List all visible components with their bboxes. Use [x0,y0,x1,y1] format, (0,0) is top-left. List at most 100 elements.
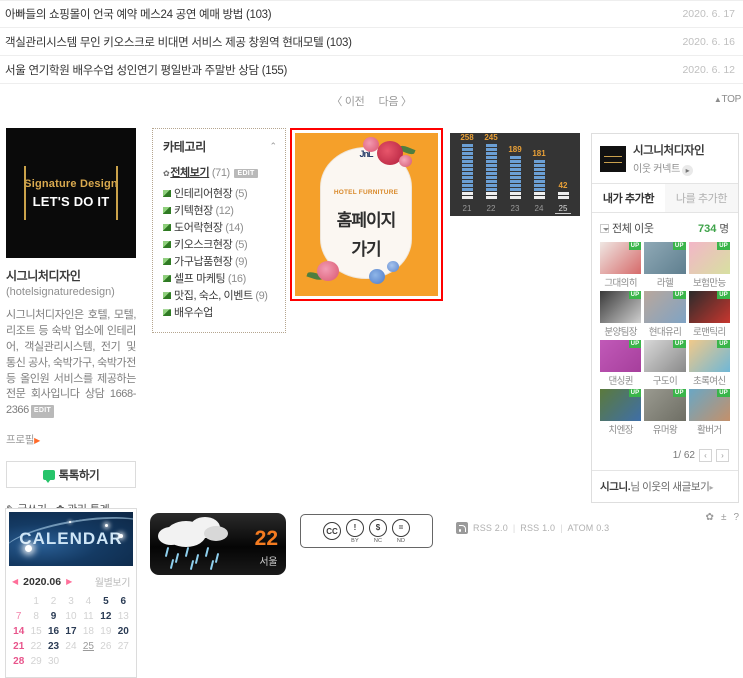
weather-widget[interactable]: 22 서울 [150,513,286,575]
list-item[interactable]: UP 댄싱퀸 [600,340,642,387]
sidebar-item-category[interactable]: 키텍현장 (12) [163,203,277,220]
list-item[interactable]: UP 분양팀장 [600,291,642,338]
neighbor-thumbnail[interactable]: UP [644,389,686,421]
neighbor-all-label-wrap[interactable]: 전체 이웃 [600,220,654,236]
creative-commons-widget[interactable]: CC ! BY $ NC = ND [300,514,433,548]
neighbor-owner-name[interactable]: 시그니처디자인 [633,142,705,158]
visitor-bar-chart[interactable]: 258 245 189 181 42 21 22 23 24 25 [450,133,580,216]
neighbor-thumbnail[interactable]: UP [644,242,686,274]
neighbor-prev-button[interactable]: ‹ [699,449,712,462]
table-row[interactable]: 객실관리시스템 무인 키오스크로 비대면 서비스 제공 창원역 현대모텔 (10… [0,28,743,56]
list-item[interactable]: UP 라헬 [644,242,686,289]
updown-icon[interactable]: ± [721,512,727,523]
neighbor-next-button[interactable]: › [716,449,729,462]
gear-icon[interactable]: ✿ [706,512,714,523]
list-item[interactable]: UP 보험만능 [688,242,730,289]
calendar-day[interactable]: 20 [115,624,132,639]
profile-link[interactable]: 프로필▶ [6,432,136,447]
calendar-day[interactable]: 27 [115,639,132,654]
calendar-day[interactable]: 24 [62,639,79,654]
neighbor-thumbnail[interactable]: UP [688,291,730,323]
next-page-button[interactable]: 다음 〉 [379,93,412,109]
promo-banner-widget[interactable]: JnL HOTEL FURNITURE 홈페이지 가기 [290,128,443,301]
calendar-day[interactable]: 22 [27,639,44,654]
neighbor-thumbnail[interactable]: UP [600,242,642,274]
calendar-day[interactable]: 30 [45,654,62,669]
calendar-day[interactable]: 17 [62,624,79,639]
sidebar-item-category[interactable]: 가구납품현장 (9) [163,254,277,271]
sidebar-item-category[interactable]: 도어락현장 (14) [163,220,277,237]
list-item[interactable]: UP 구도이 [644,340,686,387]
calendar-day[interactable]: 8 [27,609,44,624]
chevron-up-icon[interactable]: ⌃ [269,141,277,152]
calendar-day[interactable]: 21 [10,639,27,654]
calendar-prev-button[interactable]: ◀ [12,577,18,586]
calendar-day[interactable]: 12 [97,609,114,624]
neighbor-thumbnail[interactable]: UP [688,340,730,372]
calendar-day[interactable]: 29 [27,654,44,669]
list-item[interactable]: UP 그대의히 [600,242,642,289]
calendar-day[interactable]: 23 [45,639,62,654]
calendar-day[interactable]: 25 [80,639,97,654]
post-title[interactable]: 객실관리시스템 무인 키오스크로 비대면 서비스 제공 창원역 현대모텔 (10… [5,34,352,50]
chart-bar[interactable]: 42 [555,181,571,199]
list-item[interactable]: UP 유머왕 [644,389,686,436]
category-edit-badge[interactable]: EDIT [234,169,258,178]
prev-page-button[interactable]: 〈 이전 [331,93,364,109]
calendar-day[interactable]: 1 [27,594,44,609]
calendar-monthly-view-link[interactable]: 월별보기 [95,574,131,589]
calendar-day[interactable]: 4 [80,594,97,609]
table-row[interactable]: 서울 연기학원 배우수업 성인연기 평일반과 주말반 상담 (155) 2020… [0,56,743,84]
neighbor-thumbnail[interactable]: UP [644,340,686,372]
list-item[interactable]: UP 치엔장 [600,389,642,436]
banner-image[interactable]: JnL HOTEL FURNITURE 홈페이지 가기 [295,133,438,296]
chart-bar[interactable]: 258 [459,133,475,199]
post-title[interactable]: 아빠들의 쇼핑몰이 언국 예약 메스24 공연 예매 방법 (103) [5,6,271,22]
neighbor-thumbnail[interactable]: UP [600,389,642,421]
calendar-day[interactable]: 28 [10,654,27,669]
tab-added-by-me[interactable]: 내가 추가한 [592,184,665,212]
calendar-day[interactable]: 16 [45,624,62,639]
rss-2-link[interactable]: RSS 2.0 [473,523,508,533]
neighbor-connect-label[interactable]: 이웃 커넥트 ▸ [633,160,704,176]
calendar-day[interactable]: 11 [80,609,97,624]
neighbor-thumbnail[interactable]: UP [600,340,642,372]
calendar-day[interactable]: 14 [10,624,27,639]
tab-added-me[interactable]: 나를 추가한 [665,184,738,212]
chart-bar[interactable]: 181 [531,149,547,199]
chart-bar[interactable]: 245 [483,133,499,199]
category-all-row[interactable]: ✿전체보기 (71) EDIT [163,164,277,180]
help-icon[interactable]: ? [733,512,739,523]
calendar-day[interactable]: 5 [97,594,114,609]
calendar-day[interactable]: 13 [115,609,132,624]
calendar-day[interactable]: 2 [45,594,62,609]
calendar-day[interactable]: 10 [62,609,79,624]
neighbor-thumbnail[interactable]: UP [688,242,730,274]
calendar-day[interactable]: 3 [62,594,79,609]
list-item[interactable]: UP 초록여신 [688,340,730,387]
sidebar-item-category[interactable]: 배우수업 [163,305,277,322]
list-item[interactable]: UP 로맨틱리 [688,291,730,338]
calendar-day[interactable]: 26 [97,639,114,654]
calendar-day[interactable]: 15 [27,624,44,639]
neighbor-thumbnail[interactable]: UP [644,291,686,323]
list-item[interactable]: UP 현대유리 [644,291,686,338]
neighbor-newpost-link[interactable]: 시그니.님 이웃의 새글보기▸ [592,470,738,502]
list-item[interactable]: UP 활버거 [688,389,730,436]
sidebar-item-category[interactable]: 셀프 마케팅 (16) [163,271,277,288]
calendar-day[interactable]: 7 [10,609,27,624]
calendar-day[interactable]: 9 [45,609,62,624]
table-row[interactable]: 아빠들의 쇼핑몰이 언국 예약 메스24 공연 예매 방법 (103) 2020… [0,0,743,28]
scroll-to-top-button[interactable]: ▲TOP [714,94,741,105]
sidebar-item-category[interactable]: 맛집, 숙소, 이벤트 (9) [163,288,277,305]
neighbor-thumbnail[interactable]: UP [600,291,642,323]
edit-badge[interactable]: EDIT [30,405,55,418]
calendar-day[interactable]: 6 [115,594,132,609]
neighbor-thumbnail[interactable]: UP [688,389,730,421]
sidebar-item-category[interactable]: 인테리어현장 (5) [163,186,277,203]
calendar-day[interactable]: 19 [97,624,114,639]
post-title[interactable]: 서울 연기학원 배우수업 성인연기 평일반과 주말반 상담 (155) [5,62,287,78]
sidebar-item-category[interactable]: 키오스크현장 (5) [163,237,277,254]
calendar-next-button[interactable]: ▶ [66,577,72,586]
chart-bar[interactable]: 189 [507,145,523,199]
